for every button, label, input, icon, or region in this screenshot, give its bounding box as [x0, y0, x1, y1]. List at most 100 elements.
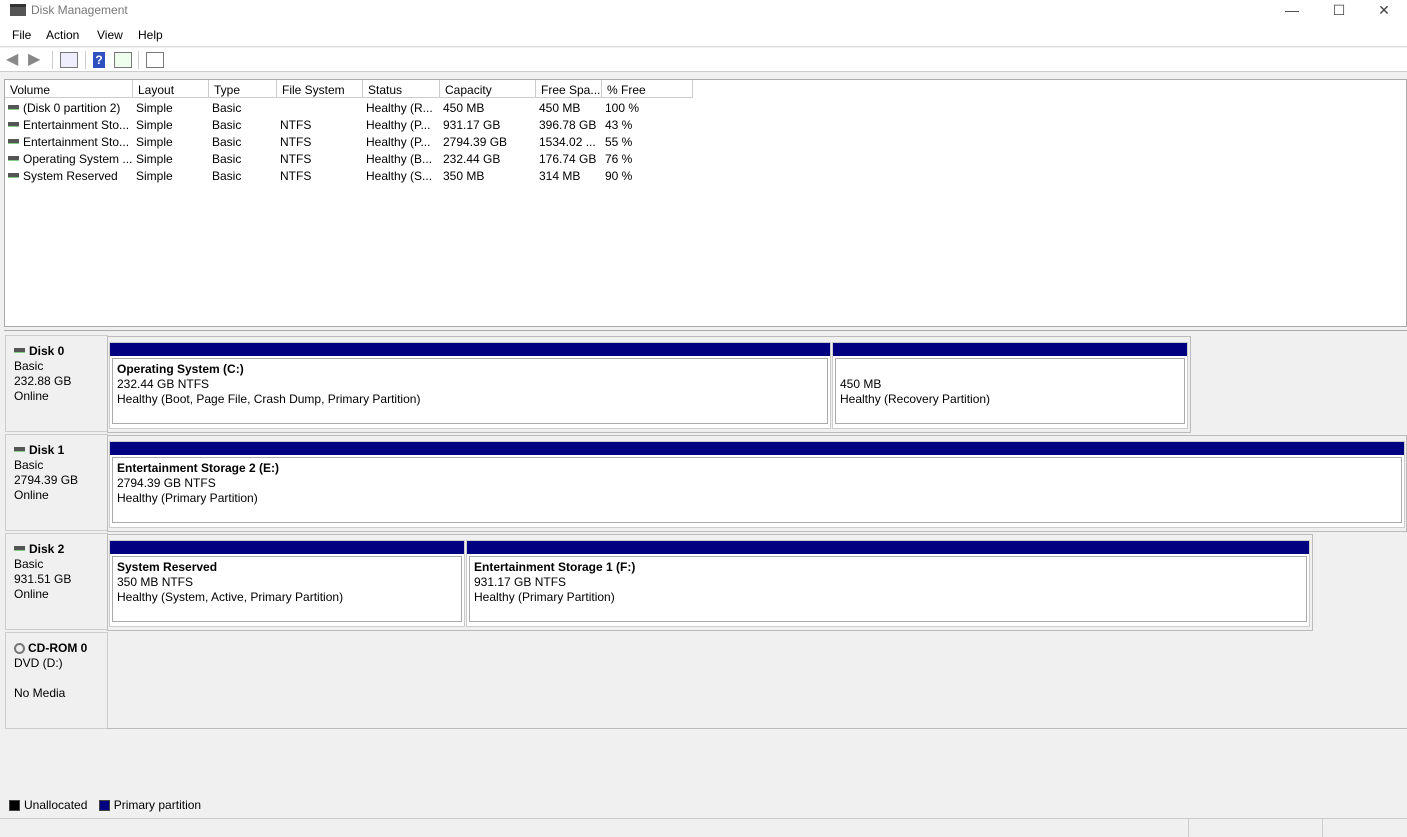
disk-icon	[14, 348, 25, 354]
show-hide-console-tree-icon[interactable]	[60, 52, 78, 68]
cell-text: 350 MB	[443, 169, 485, 183]
primary-partition-bar	[833, 343, 1187, 356]
legend-primary-partition: Primary partition	[113, 798, 202, 812]
cell-free-space: 314 MB	[539, 169, 580, 183]
partition-system-reserved[interactable]: System Reserved 350 MB NTFS Healthy (Syste…	[109, 540, 465, 627]
disk-type: Basic	[14, 458, 44, 472]
cell-layout: Simple	[136, 101, 173, 115]
partition-size: 350 MB NTFS	[117, 575, 194, 589]
cell-text: Simple	[136, 169, 173, 183]
disk-size: 232.88 GB	[14, 374, 72, 388]
show-action-pane-icon[interactable]	[114, 52, 132, 68]
cell-free-space: 1534.02 ...	[539, 135, 596, 149]
cell-text: 90 %	[605, 169, 633, 183]
menu-file[interactable]: File	[12, 28, 31, 42]
column-header-free-space[interactable]: Free Spa...	[536, 80, 602, 98]
column-header-layout[interactable]: Layout	[133, 80, 209, 98]
cell-volume: Entertainment Sto...	[8, 118, 129, 132]
help-icon[interactable]: ?	[93, 52, 105, 68]
status-divider	[1188, 819, 1189, 837]
cell-layout: Simple	[136, 152, 173, 166]
cell-text: Simple	[136, 135, 173, 149]
legend-unallocated: Unallocated	[24, 798, 88, 812]
partition-e[interactable]: Entertainment Storage 2 (E:) 2794.39 GB N…	[109, 441, 1405, 528]
volume-icon	[8, 105, 19, 111]
menu-view[interactable]: View	[97, 28, 123, 42]
cell-capacity: 450 MB	[443, 101, 484, 115]
disk-name: Disk 0	[29, 344, 65, 358]
cell-text: Healthy (S...	[366, 169, 433, 183]
disk-type: Basic	[14, 359, 44, 373]
cell-free-space: 176.74 GB	[539, 152, 596, 166]
cell-type: Basic	[212, 101, 241, 115]
cell-percent-free: 55 %	[605, 135, 632, 149]
cell-status: Healthy (P...	[366, 135, 430, 149]
volume-icon	[8, 173, 19, 179]
partition-c[interactable]: Operating System (C:) 232.44 GB NTFS Healt…	[109, 342, 831, 429]
partition-recovery[interactable]: 450 MB Healthy (Recovery Partition)	[832, 342, 1188, 429]
cell-text: 2794.39 GB	[443, 135, 508, 149]
window-title: Disk Management	[31, 3, 128, 17]
cell-text: Simple	[136, 101, 173, 115]
cdrom-type: DVD (D:)	[14, 656, 63, 670]
column-header-file-system[interactable]: File System	[277, 80, 363, 98]
cell-text: Healthy (B...	[366, 152, 433, 166]
disk-state: Online	[14, 488, 49, 502]
disk-2-label[interactable]: Disk 2 Basic 931.51 GB Online	[5, 533, 108, 630]
primary-partition-bar	[110, 442, 1404, 455]
cdrom-area	[107, 632, 1407, 729]
legend: Unallocated Primary partition	[4, 795, 1407, 815]
menu-action[interactable]: Action	[46, 28, 79, 42]
cell-capacity: 232.44 GB	[443, 152, 500, 166]
volume-row[interactable]: (Disk 0 partition 2) Simple Basic Healthy (…	[5, 99, 705, 116]
cell-status: Healthy (R...	[366, 101, 433, 115]
close-button[interactable]: ✕	[1361, 0, 1407, 20]
volume-row[interactable]: Entertainment Sto... Simple Basic NTFS Healt…	[5, 133, 705, 150]
maximize-button[interactable]: ☐	[1316, 0, 1362, 20]
forward-arrow-icon[interactable]: ▶	[28, 52, 46, 68]
minimize-button[interactable]: —	[1269, 0, 1315, 20]
cell-text: Operating System ...	[23, 152, 133, 166]
menu-help[interactable]: Help	[138, 28, 163, 42]
primary-partition-bar	[110, 541, 464, 554]
properties-icon[interactable]	[146, 52, 164, 68]
cdrom-0-label[interactable]: CD-ROM 0 DVD (D:) No Media	[5, 632, 108, 729]
volume-row[interactable]: System Reserved Simple Basic NTFS Healthy (S…	[5, 167, 705, 184]
cell-percent-free: 43 %	[605, 118, 632, 132]
cell-text: Entertainment Sto...	[23, 118, 130, 132]
column-header-volume[interactable]: Volume	[5, 80, 133, 98]
partition-f[interactable]: Entertainment Storage 1 (F:) 931.17 GB NT…	[466, 540, 1310, 627]
disk-1-label[interactable]: Disk 1 Basic 2794.39 GB Online	[5, 434, 108, 531]
menu-bar: File Action View Help	[0, 22, 1407, 47]
column-header-percent-free[interactable]: % Free	[602, 80, 693, 98]
cell-volume: (Disk 0 partition 2)	[8, 101, 120, 115]
partition-size: 2794.39 GB NTFS	[117, 476, 216, 490]
partition-status: Healthy (Primary Partition)	[474, 590, 615, 604]
disk-name: Disk 1	[29, 443, 65, 457]
partition-name: System Reserved	[117, 560, 218, 574]
cell-text: Healthy (R...	[366, 101, 433, 115]
partition-size: 450 MB	[840, 377, 882, 391]
cell-free-space: 450 MB	[539, 101, 580, 115]
toolbar-separator	[138, 51, 139, 69]
toolbar-separator	[85, 51, 86, 69]
column-header-type[interactable]: Type	[209, 80, 277, 98]
volume-icon	[8, 122, 19, 128]
back-arrow-icon[interactable]: ◀	[6, 52, 24, 68]
volume-row[interactable]: Entertainment Sto... Simple Basic NTFS Healt…	[5, 116, 705, 133]
disk-2-partitions: System Reserved 350 MB NTFS Healthy (Syste…	[107, 534, 1313, 631]
volume-row[interactable]: Operating System ... Simple Basic NTFS Healt…	[5, 150, 705, 167]
cell-text: Entertainment Sto...	[23, 135, 130, 149]
cell-text: Healthy (P...	[366, 135, 431, 149]
partition-name: Operating System (C:)	[117, 362, 244, 376]
disk-type: Basic	[14, 557, 44, 571]
cell-text: 43 %	[605, 118, 633, 132]
cell-status: Healthy (B...	[366, 152, 432, 166]
cell-volume: Operating System ...	[8, 152, 132, 166]
cell-type: Basic	[212, 169, 241, 183]
column-header-capacity[interactable]: Capacity	[440, 80, 536, 98]
primary-partition-swatch	[98, 800, 110, 812]
cell-text: 55 %	[605, 135, 633, 149]
column-header-status[interactable]: Status	[363, 80, 440, 98]
disk-0-label[interactable]: Disk 0 Basic 232.88 GB Online	[5, 335, 108, 432]
